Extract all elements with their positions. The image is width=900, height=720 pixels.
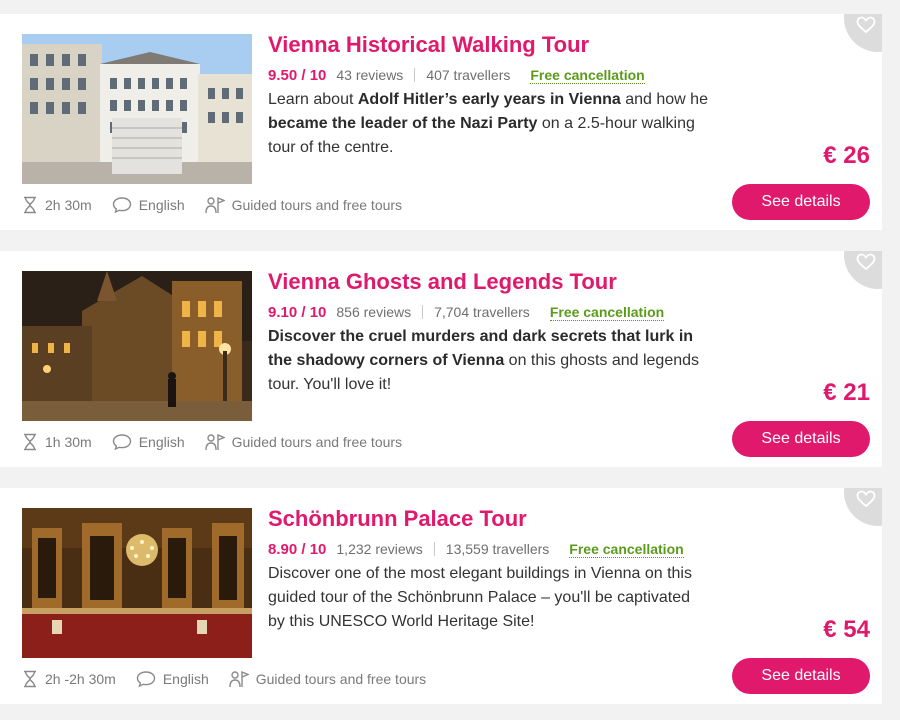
speech-bubble-icon — [112, 434, 131, 451]
duration: 2h 30m — [22, 196, 92, 214]
review-count[interactable]: 856 reviews — [336, 304, 411, 320]
tour-title[interactable]: Vienna Ghosts and Legends Tour — [268, 269, 617, 295]
city-square-photo-icon — [22, 34, 252, 184]
tour-price: € 26 — [823, 142, 870, 169]
tour-price: € 54 — [823, 616, 870, 643]
tour-image[interactable] — [22, 508, 252, 658]
guide-flag-icon — [229, 670, 249, 688]
free-cancellation-badge[interactable]: Free cancellation — [549, 304, 665, 321]
category: Guided tours and free tours — [204, 433, 403, 451]
duration-label: 2h -2h 30m — [45, 671, 116, 687]
speech-bubble-icon — [112, 197, 131, 214]
palace-interior-photo-icon — [22, 508, 252, 658]
night-cathedral-photo-icon — [22, 271, 252, 421]
tour-card: Vienna Historical Walking Tour 9.50 / 10… — [0, 14, 882, 230]
tour-title[interactable]: Vienna Historical Walking Tour — [268, 32, 589, 58]
hourglass-icon — [24, 196, 36, 214]
language-label: English — [138, 197, 185, 213]
free-cancellation-badge[interactable]: Free cancellation — [530, 67, 645, 84]
guide-flag-icon — [204, 196, 225, 214]
tour-image[interactable] — [22, 34, 252, 184]
desc-text: Discover one of the most elegant buildin… — [268, 565, 692, 630]
heart-icon — [856, 253, 876, 271]
free-cancellation-badge[interactable]: Free cancellation — [569, 541, 684, 558]
tour-meta: 9.50 / 10 43 reviews 407 travellers Free… — [268, 65, 645, 85]
language-label: English — [138, 434, 185, 450]
traveller-count: 7,704 travellers — [434, 304, 530, 320]
divider — [433, 542, 435, 556]
see-details-button[interactable]: See details — [732, 421, 870, 457]
category-label: Guided tours and free tours — [231, 434, 403, 450]
hourglass-icon — [24, 433, 36, 451]
duration-label: 2h 30m — [45, 197, 92, 213]
category-label: Guided tours and free tours — [231, 197, 403, 213]
language: English — [136, 670, 209, 688]
language-label: English — [162, 671, 209, 687]
see-details-button[interactable]: See details — [732, 658, 870, 694]
tour-price: € 21 — [823, 379, 870, 406]
rating-score: 9.50 / 10 — [268, 66, 327, 84]
traveller-count: 13,559 travellers — [445, 541, 550, 557]
guide-flag-icon — [204, 433, 225, 451]
tour-card: Vienna Ghosts and Legends Tour 9.10 / 10… — [0, 251, 882, 467]
desc-highlight: Adolf Hitler’s early years in Vienna — [357, 91, 621, 108]
hourglass-icon — [24, 670, 36, 688]
duration: 2h -2h 30m — [22, 670, 116, 688]
duration-label: 1h 30m — [45, 434, 92, 450]
divider — [414, 68, 416, 82]
rating-score: 9.10 / 10 — [268, 303, 327, 321]
tour-card: Schönbrunn Palace Tour 8.90 / 10 1,232 r… — [0, 488, 882, 704]
category-label: Guided tours and free tours — [255, 671, 427, 687]
desc-highlight: became the leader of the Nazi Party — [268, 115, 538, 132]
tour-meta: 9.10 / 10 856 reviews 7,704 travellers F… — [268, 302, 665, 322]
duration: 1h 30m — [22, 433, 92, 451]
favorite-button[interactable] — [844, 488, 882, 526]
favorite-button[interactable] — [844, 251, 882, 289]
tour-description: Discover the cruel murders and dark secr… — [268, 325, 708, 397]
tour-footer: 1h 30m English Guided tours and free tou… — [22, 431, 422, 453]
tour-footer: 2h 30m English Guided tours and free tou… — [22, 194, 422, 216]
favorite-button[interactable] — [844, 14, 882, 52]
desc-text: Learn about — [268, 91, 358, 108]
tour-title[interactable]: Schönbrunn Palace Tour — [268, 506, 527, 532]
see-details-button[interactable]: See details — [732, 184, 870, 220]
speech-bubble-icon — [136, 671, 156, 688]
review-count[interactable]: 43 reviews — [336, 67, 403, 83]
divider — [422, 305, 424, 319]
category: Guided tours and free tours — [204, 196, 403, 214]
review-count[interactable]: 1,232 reviews — [336, 541, 422, 557]
tour-description: Learn about Adolf Hitler’s early years i… — [268, 88, 708, 160]
tour-footer: 2h -2h 30m English Guided tours and free… — [22, 668, 446, 690]
heart-icon — [856, 16, 876, 34]
heart-icon — [856, 490, 876, 508]
category: Guided tours and free tours — [229, 670, 426, 688]
tour-list: Vienna Historical Walking Tour 9.50 / 10… — [0, 0, 900, 720]
language: English — [112, 433, 185, 451]
language: English — [112, 196, 185, 214]
rating-score: 8.90 / 10 — [268, 540, 327, 558]
desc-text: and how he — [620, 91, 708, 108]
traveller-count: 407 travellers — [426, 67, 511, 83]
tour-description: Discover one of the most elegant buildin… — [268, 562, 708, 634]
tour-image[interactable] — [22, 271, 252, 421]
tour-meta: 8.90 / 10 1,232 reviews 13,559 traveller… — [268, 539, 684, 559]
